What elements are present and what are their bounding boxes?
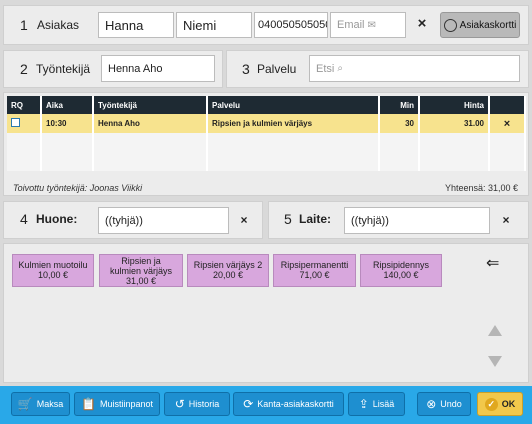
service-tile[interactable]: Ripsipidennys 140,00 € [360, 254, 442, 287]
service-label: Palvelu [257, 62, 297, 76]
rq-checkbox[interactable] [11, 118, 20, 127]
table-row[interactable]: 10:30 Henna Aho Ripsien ja kulmien värjä… [7, 114, 526, 133]
triangle-down-icon[interactable] [488, 356, 502, 367]
service-tile[interactable]: Ripsipermanentti 71,00 € [273, 254, 356, 287]
history-button[interactable]: ↺ Historia [164, 392, 230, 416]
device-label: Laite: [299, 212, 332, 226]
notes-button[interactable]: 📋 Muistiinpanot [74, 392, 160, 416]
room-field[interactable]: ((tyhjä)) [98, 207, 229, 234]
triangle-up-icon[interactable] [488, 325, 502, 336]
row-time: 10:30 [41, 114, 94, 133]
refresh-icon: ⟳ [243, 397, 254, 411]
customer-card-label: Asiakaskortti [459, 19, 517, 31]
preferred-label: Toivottu työntekijä: [13, 183, 88, 193]
more-button[interactable]: ⇪ Lisää [348, 392, 405, 416]
first-name-field[interactable]: Hanna [98, 12, 174, 38]
section-4-number: 4 [20, 211, 28, 227]
cart-icon: 🛒 [17, 397, 33, 411]
section-1-number: 1 [20, 17, 28, 33]
clipboard-icon: 📋 [81, 397, 96, 411]
employee-label: Työntekijä [36, 62, 91, 76]
col-price: Hinta [419, 96, 490, 114]
service-tile[interactable]: Ripsien ja kulmien värjäys 31,00 € [99, 254, 183, 287]
row-price: 31.00 [419, 114, 490, 133]
device-field[interactable]: ((tyhjä)) [344, 207, 490, 234]
clear-customer-button[interactable]: × [412, 15, 432, 32]
empty-row [7, 152, 526, 171]
total: Yhteensä: 31,00 € [444, 183, 518, 193]
clear-room-button[interactable]: × [236, 213, 252, 227]
service-tile[interactable]: Kulmien muotoilu 10,00 € [12, 254, 94, 287]
preferred-employee: Toivottu työntekijä: Joonas Viikki [13, 183, 142, 193]
headset-icon [443, 18, 457, 32]
check-circle-icon: ✓ [484, 397, 498, 411]
col-rq: RQ [7, 96, 42, 114]
col-employee: Työntekijä [93, 96, 208, 114]
search-icon: ⌕ [337, 63, 343, 74]
arrow-left-icon[interactable]: ⇐ [486, 253, 499, 273]
envelope-icon: ✉ [367, 19, 376, 31]
history-icon: ↺ [174, 397, 185, 411]
booking-table: RQ Aika Työntekijä Palvelu Min Hinta 10:… [7, 96, 526, 171]
customer-card-button[interactable]: Asiakaskortti [440, 12, 520, 38]
row-remove-button[interactable]: × [489, 114, 526, 133]
col-min: Min [379, 96, 420, 114]
ok-button[interactable]: ✓ OK [477, 392, 523, 416]
last-name-field[interactable]: Niemi [176, 12, 252, 38]
x-circle-icon: ⊗ [426, 397, 437, 411]
row-min: 30 [379, 114, 420, 133]
col-service: Palvelu [207, 96, 380, 114]
section-2-number: 2 [20, 61, 28, 77]
service-search-placeholder: Etsi [316, 62, 335, 75]
col-time: Aika [41, 96, 94, 114]
service-search-input[interactable]: Etsi ⌕ [309, 55, 520, 82]
employee-field[interactable]: Henna Aho [101, 55, 215, 82]
service-tile[interactable]: Ripsien värjäys 2 20,00 € [187, 254, 269, 287]
pay-button[interactable]: 🛒 Maksa [11, 392, 70, 416]
email-field[interactable]: Email ✉ [330, 12, 406, 38]
col-actions [489, 96, 526, 114]
section-3-number: 3 [242, 61, 250, 77]
row-service: Ripsien ja kulmien värjäys [207, 114, 380, 133]
customer-label: Asiakas [37, 18, 80, 32]
section-5-number: 5 [284, 211, 292, 227]
row-employee: Henna Aho [93, 114, 208, 133]
clear-device-button[interactable]: × [498, 213, 514, 227]
upload-icon: ⇪ [358, 397, 369, 411]
preferred-name: Joonas Viikki [89, 183, 143, 193]
loyalty-card-button[interactable]: ⟳ Kanta-asiakaskortti [233, 392, 344, 416]
empty-row [7, 133, 526, 152]
room-label: Huone: [36, 212, 78, 226]
email-placeholder: Email [337, 19, 365, 31]
undo-button[interactable]: ⊗ Undo [417, 392, 471, 416]
phone-field[interactable]: 040050505050 [254, 12, 328, 38]
